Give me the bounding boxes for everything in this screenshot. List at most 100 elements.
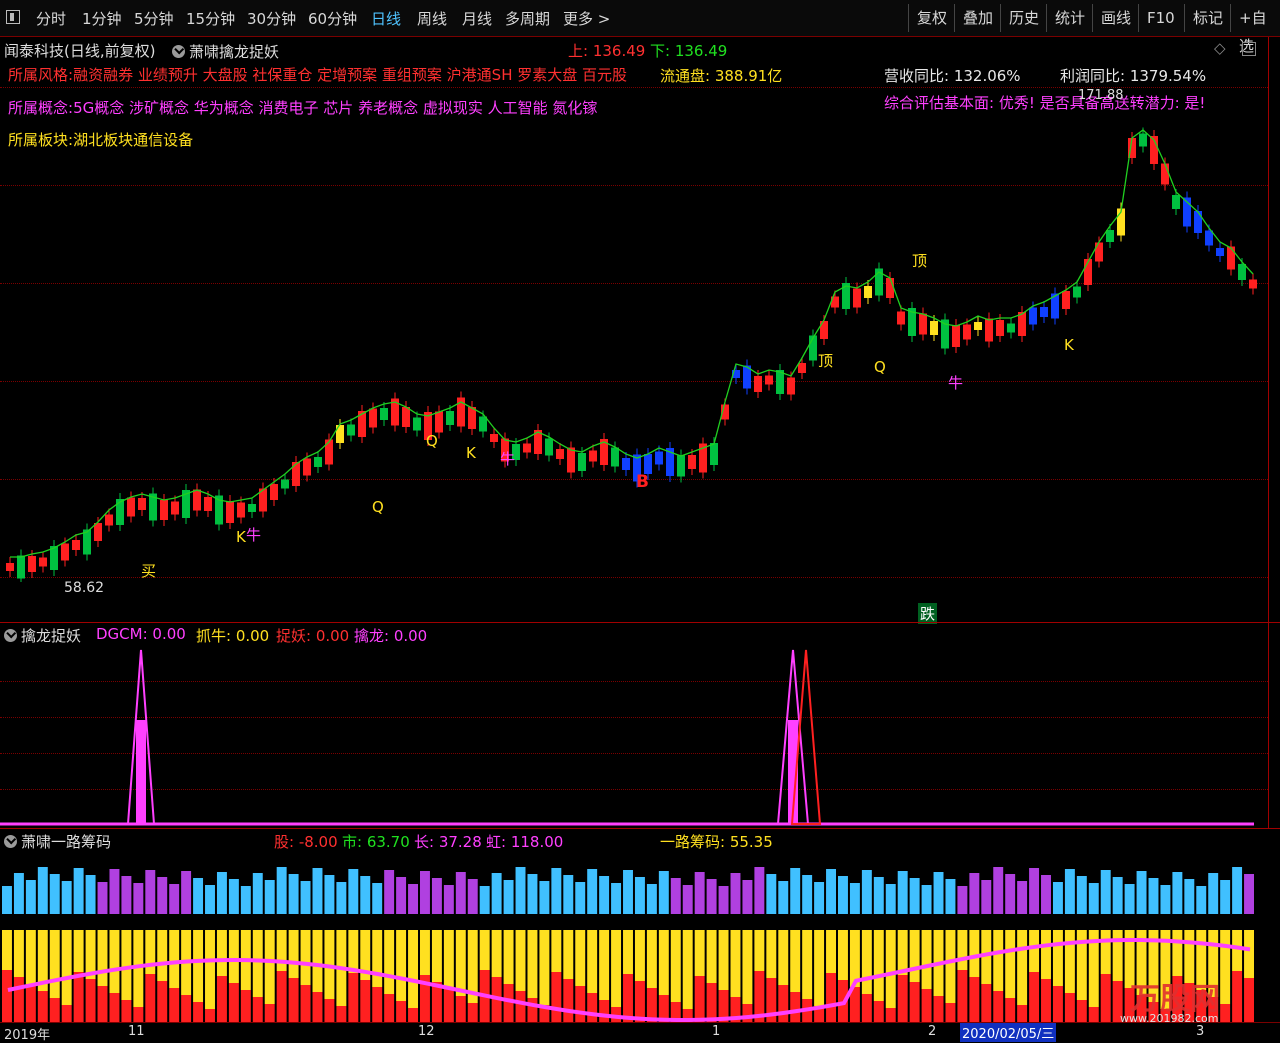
chip-bar-mid (1052, 930, 1063, 986)
candle-body (1106, 230, 1114, 242)
chip-bar-top (1232, 867, 1243, 914)
chip-bar-low (348, 973, 359, 1022)
panel3-dropdown-icon[interactable] (4, 835, 17, 848)
candle-body (116, 499, 124, 525)
fuquan-button[interactable]: 复权 (908, 4, 955, 32)
candle-body (28, 556, 36, 572)
draw-line-button[interactable]: 画线 (1092, 4, 1139, 32)
tab-weekly[interactable]: 周线 (417, 8, 447, 29)
panel3-title[interactable]: 萧啸一路筹码 (4, 831, 111, 852)
candle-body (171, 501, 179, 515)
chip-bar-low (909, 982, 920, 1022)
f10-button[interactable]: F10 (1138, 4, 1183, 32)
candle-body (952, 325, 960, 347)
chip-bar-top (1064, 869, 1075, 914)
tab-60min[interactable]: 60分钟 (308, 8, 357, 29)
candle-body (1007, 323, 1015, 333)
tab-fenshi[interactable]: 分时 (36, 8, 66, 29)
candle-body (1029, 307, 1037, 325)
chip-distribution-chart[interactable] (0, 850, 1268, 1022)
tab-1min[interactable]: 1分钟 (82, 8, 122, 29)
tab-5min[interactable]: 5分钟 (134, 8, 174, 29)
float-cap: 流通盘: 388.91亿 (660, 67, 783, 85)
candle-body (303, 458, 311, 476)
chip-bar-top (742, 880, 753, 914)
chip-bar-top (300, 881, 311, 914)
chip-bar-low (1041, 979, 1051, 1022)
tab-more[interactable]: 更多 > (563, 8, 610, 29)
chip-bar-mid (730, 930, 741, 997)
candle-body (1062, 291, 1070, 309)
chip-bar-top (336, 882, 347, 914)
chip-bar-top (479, 886, 490, 914)
candle-body (1139, 133, 1147, 147)
candle-body (413, 417, 421, 431)
chip-bar-top (981, 880, 992, 914)
candle-body (1161, 163, 1169, 185)
overlay-button[interactable]: 叠加 (954, 4, 1001, 32)
period-toolbar: 分时 1分钟 5分钟 15分钟 30分钟 60分钟 日线 周线 月线 多周期 更… (0, 0, 1280, 55)
chip-bar-low (599, 1000, 610, 1022)
maximize-icon[interactable] (1242, 42, 1256, 56)
chip-bar-mid (97, 930, 108, 986)
candle-body (369, 408, 377, 428)
chip-bar-top (1017, 881, 1028, 914)
chip-bar-top (575, 882, 586, 914)
mark-button[interactable]: 标记 (1184, 4, 1231, 32)
chip-bar-top (1124, 884, 1135, 914)
chip-bar-low (49, 998, 60, 1022)
candle-body (435, 411, 443, 433)
chip-bar-mid (157, 930, 168, 981)
chip-bar-mid (1232, 930, 1243, 971)
chip-bar-mid (396, 930, 407, 1001)
chip-bar-top (646, 884, 657, 914)
chip-bar-low (527, 998, 538, 1022)
candle-body (105, 514, 113, 526)
candle-body (281, 479, 289, 489)
chip-bar-top (1148, 878, 1159, 914)
chip-bar-mid (694, 930, 705, 976)
indicator-dropdown-icon[interactable] (172, 45, 185, 58)
chip-bar-top (885, 884, 896, 914)
add-watchlist-button[interactable]: +自选 (1230, 4, 1280, 55)
tab-monthly[interactable]: 月线 (462, 8, 492, 29)
tab-30min[interactable]: 30分钟 (247, 8, 296, 29)
tab-15min[interactable]: 15分钟 (186, 8, 235, 29)
chip-bar-mid (216, 930, 227, 976)
chip-bar-low (181, 995, 192, 1022)
chip-bar-top (551, 868, 562, 914)
candle-body (1095, 242, 1103, 262)
tab-multi-period[interactable]: 多周期 (505, 8, 550, 29)
chip-bar-mid (312, 930, 323, 992)
tab-daily[interactable]: 日线 (371, 8, 401, 29)
candle-body (787, 377, 795, 395)
chip-bar-low (324, 999, 335, 1022)
chip-bar-top (348, 869, 359, 914)
indicator-title[interactable]: 萧啸擒龙捉妖 (172, 41, 279, 62)
chip-bar-low (646, 988, 657, 1022)
candle-body (270, 484, 278, 500)
chip-bar-low (933, 996, 944, 1022)
candle-body (1227, 246, 1235, 270)
chip-bar-low (109, 993, 120, 1022)
chip-bar-mid (742, 930, 753, 1004)
chip-bar-mid (646, 930, 657, 988)
diamond-icon[interactable]: ◇ (1214, 39, 1226, 57)
buy-marker: 买 (141, 562, 157, 580)
chip-bar-top (706, 879, 717, 914)
chip-bar-low (384, 994, 395, 1022)
watermark-url: www.201982.com (1120, 1012, 1219, 1025)
chip-bar-top (491, 873, 502, 914)
chip-bar-top (455, 872, 466, 914)
chip-bar-low (1029, 972, 1040, 1022)
candle-body (864, 286, 872, 298)
chip-bar-top (1220, 880, 1231, 914)
history-button[interactable]: 历史 (1000, 4, 1047, 32)
candlestick-chart[interactable] (0, 112, 1268, 582)
menu-icon[interactable] (6, 10, 20, 24)
chip-bar-top (431, 878, 442, 914)
chip-bar-low (1076, 1000, 1087, 1022)
chip-bar-top (587, 869, 598, 914)
stats-button[interactable]: 统计 (1046, 4, 1093, 32)
candle-body (677, 455, 685, 477)
